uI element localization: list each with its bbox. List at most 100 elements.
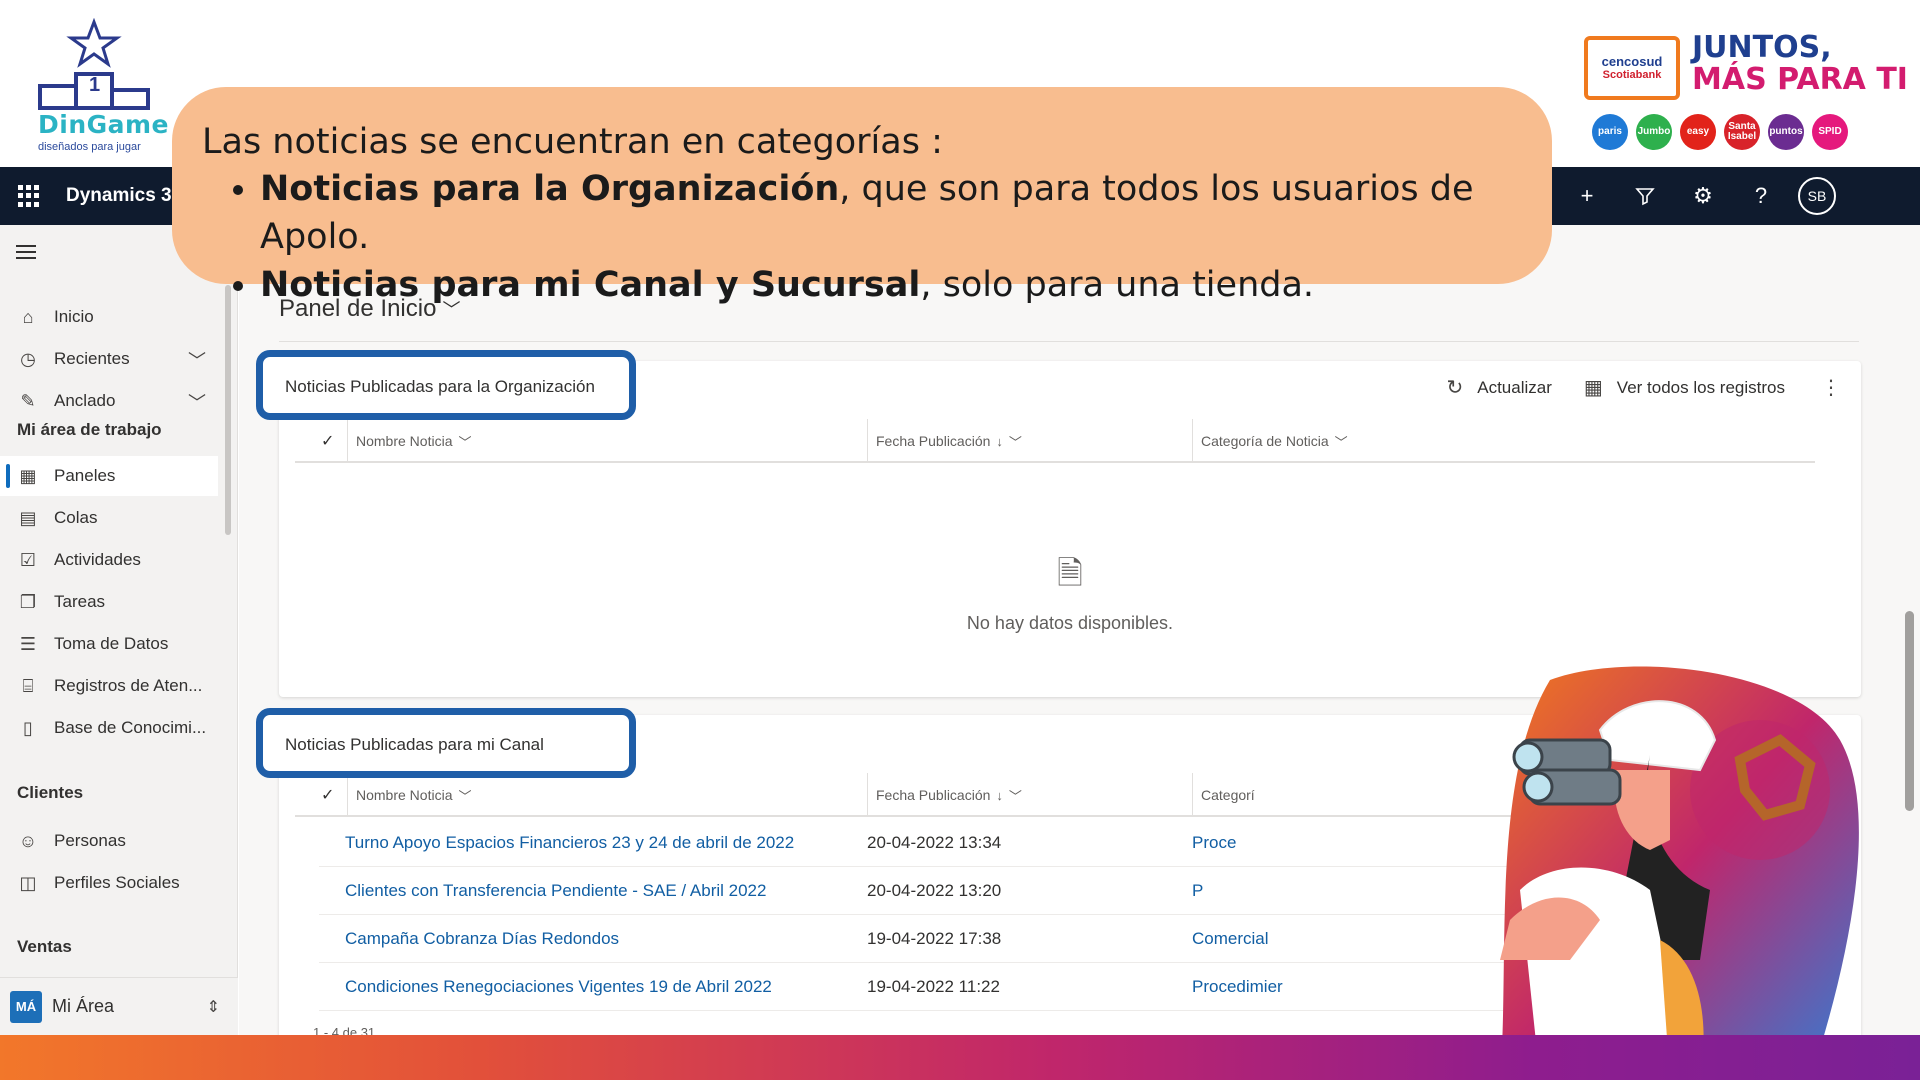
row-name-link[interactable]: Campaña Cobranza Días Redondos bbox=[345, 929, 619, 949]
sidebar-item-colas[interactable]: ▤ Colas bbox=[0, 498, 218, 538]
gear-icon[interactable]: ⚙ bbox=[1674, 167, 1732, 225]
sort-down-icon: ↓ bbox=[996, 433, 1003, 449]
hamburger-menu-icon[interactable] bbox=[16, 245, 36, 263]
select-all-checkbox[interactable]: ✓ bbox=[321, 785, 334, 805]
sidebar-item-personas[interactable]: ☺ Personas bbox=[0, 821, 218, 861]
sidebar-item-registros[interactable]: ⌸ Registros de Aten... bbox=[0, 666, 218, 706]
column-label: Categorí bbox=[1201, 787, 1255, 803]
refresh-button[interactable]: ↻ Actualizar bbox=[1446, 375, 1551, 400]
group-workspace: Mi área de trabajo bbox=[17, 420, 162, 439]
callout-bullet: Noticias para mi Canal y Sucursal, solo … bbox=[260, 261, 1552, 309]
partner-line2: Scotiabank bbox=[1602, 69, 1662, 81]
card-actions: ↻ Actualizar ▦ Ver todos los registros ⋮ bbox=[1414, 375, 1841, 400]
callout-bold: Noticias para la Organización bbox=[260, 169, 840, 209]
select-all-checkbox[interactable]: ✓ bbox=[321, 431, 334, 451]
data-icon: ☰ bbox=[19, 633, 37, 654]
area-label: Mi Área bbox=[52, 996, 115, 1016]
store-logo-spid: SPID bbox=[1812, 114, 1848, 150]
column-header-categoria[interactable]: Categoría de Noticia ﹀ bbox=[1192, 419, 1617, 463]
sidebar-item-anclado[interactable]: ✎ Anclado ﹀ bbox=[0, 381, 218, 421]
more-options-icon[interactable]: ⋮ bbox=[1821, 375, 1841, 400]
row-date: 19-04-2022 11:22 bbox=[867, 977, 1000, 996]
slogan: JUNTOS, MÁS PARA TI bbox=[1692, 32, 1908, 96]
highlight-channel-news-title: Noticias Publicadas para mi Canal bbox=[256, 708, 636, 778]
book-icon: ▯ bbox=[23, 717, 33, 738]
empty-state: 🗎 No hay datos disponibles. bbox=[279, 551, 1861, 634]
sidebar-item-actividades[interactable]: ☑ Actividades bbox=[0, 540, 218, 580]
column-header-nombre[interactable]: Nombre Noticia ﹀ bbox=[347, 773, 867, 817]
column-header-nombre[interactable]: Nombre Noticia ﹀ bbox=[347, 419, 867, 463]
queue-icon: ▤ bbox=[19, 507, 37, 528]
row-category-link[interactable]: Procedimier bbox=[1192, 977, 1283, 997]
sidebar-item-inicio[interactable]: ⌂ Inicio bbox=[0, 297, 218, 337]
column-label: Fecha Publicación bbox=[876, 787, 991, 803]
app-title[interactable]: Dynamics 36 bbox=[66, 185, 182, 207]
highlight-label: Noticias Publicadas para la Organización bbox=[285, 377, 595, 396]
sidebar-item-label: Paneles bbox=[54, 466, 116, 485]
chevron-down-icon[interactable]: ﹀ bbox=[188, 347, 206, 373]
row-name-link[interactable]: Clientes con Transferencia Pendiente - S… bbox=[345, 881, 766, 901]
store-logo-paris: paris bbox=[1592, 114, 1628, 150]
chevron-down-icon: ﹀ bbox=[1008, 434, 1022, 450]
user-avatar[interactable]: SB bbox=[1798, 177, 1836, 215]
app-launcher-icon[interactable] bbox=[18, 185, 40, 207]
sidebar-item-label: Recientes bbox=[54, 349, 130, 368]
filter-icon[interactable] bbox=[1616, 167, 1674, 225]
callout-bullet: Noticias para la Organización, que son p… bbox=[260, 165, 1552, 261]
row-name-link[interactable]: Turno Apoyo Espacios Financieros 23 y 24… bbox=[345, 833, 794, 853]
sidebar-item-recientes[interactable]: ◷ Recientes ﹀ bbox=[0, 339, 218, 379]
group-sales: Ventas bbox=[17, 937, 72, 956]
sidebar-item-perfiles-sociales[interactable]: ◫ Perfiles Sociales bbox=[0, 863, 218, 903]
area-badge: MÁ bbox=[10, 990, 42, 1023]
sidebar-item-toma-datos[interactable]: ☰ Toma de Datos bbox=[0, 624, 218, 664]
sidebar-item-label: Tareas bbox=[54, 592, 106, 611]
callout-list: Noticias para la Organización, que son p… bbox=[202, 165, 1552, 309]
column-header-fecha[interactable]: Fecha Publicación ↓ ﹀ bbox=[867, 773, 1192, 817]
sidebar-item-label: Personas bbox=[54, 831, 126, 850]
cencosud-scotiabank-logo: cencosud Scotiabank bbox=[1584, 36, 1680, 100]
partner-line1: cencosud bbox=[1601, 54, 1663, 69]
home-icon: ⌂ bbox=[22, 306, 34, 327]
store-logos: paris Jumbo easy Santa Isabel puntos SPID bbox=[1592, 114, 1848, 150]
area-switcher[interactable]: MÁ Mi Área ⇕ bbox=[0, 977, 238, 1035]
sidebar-item-tareas[interactable]: ❐ Tareas bbox=[0, 582, 218, 622]
row-category-link[interactable]: P bbox=[1192, 881, 1203, 901]
view-all-button[interactable]: ▦ Ver todos los registros bbox=[1584, 375, 1785, 400]
highlight-org-news-title: Noticias Publicadas para la Organización bbox=[256, 350, 636, 420]
chevron-down-icon[interactable]: ﹀ bbox=[188, 389, 206, 415]
empty-text: No hay datos disponibles. bbox=[966, 613, 1174, 633]
group-clients: Clientes bbox=[17, 783, 84, 802]
activities-icon: ☑ bbox=[19, 549, 37, 570]
sidebar-item-label: Actividades bbox=[54, 550, 141, 569]
sidebar-item-label: Registros de Aten... bbox=[54, 676, 203, 695]
person-icon: ☺ bbox=[18, 830, 38, 851]
row-date: 19-04-2022 17:38 bbox=[867, 929, 1002, 948]
column-label: Nombre Noticia bbox=[356, 787, 453, 803]
sidebar-scrollbar[interactable] bbox=[225, 285, 231, 535]
partner-brand: cencosud Scotiabank JUNTOS, MÁS PARA TI … bbox=[1580, 30, 1910, 160]
dashboard-icon: ▦ bbox=[19, 465, 37, 486]
plus-icon[interactable]: + bbox=[1558, 167, 1616, 225]
records-icon: ⌸ bbox=[22, 675, 34, 696]
slogan-line1: JUNTOS, bbox=[1692, 30, 1832, 65]
grid-icon: ▦ bbox=[1583, 377, 1603, 399]
row-name-link[interactable]: Condiciones Renegociaciones Vigentes 19 … bbox=[345, 977, 772, 997]
column-header-fecha[interactable]: Fecha Publicación ↓ ﹀ bbox=[867, 419, 1192, 463]
sidebar-item-label: Anclado bbox=[54, 391, 116, 410]
column-label: Fecha Publicación bbox=[876, 433, 991, 449]
bottom-brand-bar bbox=[0, 1035, 1920, 1080]
sidebar-item-paneles[interactable]: ▦ Paneles bbox=[0, 456, 218, 496]
slogan-line2: MÁS PARA TI bbox=[1692, 62, 1908, 97]
chevron-down-icon: ﹀ bbox=[1008, 788, 1022, 804]
divider bbox=[279, 341, 1859, 342]
dingame-logo: 1 DinGame diseñados para jugar bbox=[30, 17, 169, 158]
highlight-label: Noticias Publicadas para mi Canal bbox=[285, 735, 544, 754]
row-category-link[interactable]: Comercial bbox=[1192, 929, 1269, 949]
chevron-down-icon: ﹀ bbox=[1334, 434, 1348, 450]
sidebar-item-base-conocimiento[interactable]: ▯ Base de Conocimi... bbox=[0, 708, 218, 748]
row-category-link[interactable]: Proce bbox=[1192, 833, 1236, 853]
chevron-updown-icon[interactable]: ⇕ bbox=[207, 997, 220, 1017]
sidebar: ⌂ Inicio ◷ Recientes ﹀ ✎ Anclado ﹀ Mi ár… bbox=[0, 225, 238, 1035]
chevron-down-icon: ﹀ bbox=[458, 434, 472, 450]
help-icon[interactable]: ? bbox=[1732, 167, 1790, 225]
